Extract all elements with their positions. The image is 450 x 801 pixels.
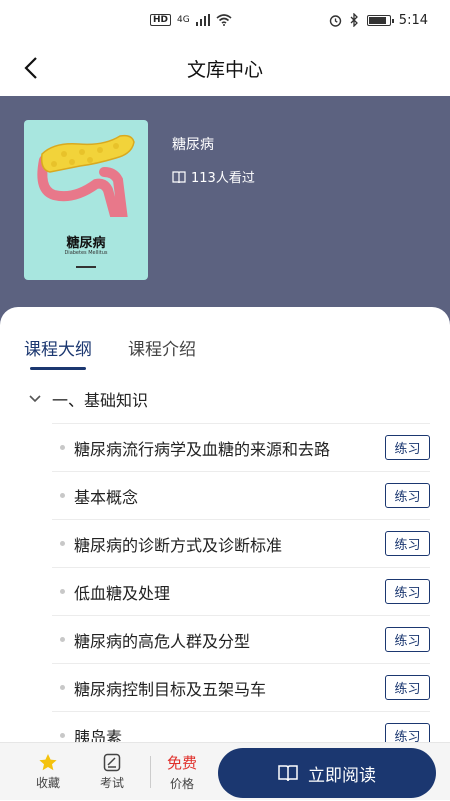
book-cover[interactable]: 糖尿病 Diabetes Mellitus xyxy=(24,120,148,280)
price-info: 免费 价格 xyxy=(157,752,207,792)
bullet-dot xyxy=(60,541,65,546)
bottom-action-bar: 收藏 考试 免费 价格 立即阅读 xyxy=(0,742,450,800)
hd-indicator: HD xyxy=(150,14,172,26)
cover-subtitle: Diabetes Mellitus xyxy=(64,250,108,256)
tab-bar: 课程大纲 课程介绍 xyxy=(24,335,196,370)
exam-button[interactable]: 考试 xyxy=(80,743,144,801)
tab-intro[interactable]: 课程介绍 xyxy=(128,335,196,370)
lesson-title: 低血糖及处理 xyxy=(74,583,171,603)
tab-outline[interactable]: 课程大纲 xyxy=(24,335,92,370)
lesson-title: 糖尿病控制目标及五架马车 xyxy=(74,679,267,699)
exam-icon xyxy=(103,753,121,771)
practice-button[interactable]: 练习 xyxy=(385,531,430,556)
view-count-text: 113人看过 xyxy=(191,171,255,186)
read-now-label: 立即阅读 xyxy=(308,765,376,786)
lesson-title: 糖尿病的诊断方式及诊断标准 xyxy=(74,535,283,555)
favorite-label: 收藏 xyxy=(35,775,60,790)
battery-icon xyxy=(366,14,394,26)
bullet-dot xyxy=(60,589,65,594)
list-item[interactable]: 低血糖及处理 练习 xyxy=(52,567,430,615)
pancreas-illustration xyxy=(37,134,135,217)
alarm-icon xyxy=(329,14,341,27)
lesson-title: 糖尿病的高危人群及分型 xyxy=(74,631,251,651)
cover-title: 糖尿病 xyxy=(66,236,106,251)
list-item[interactable]: 糖尿病流行病学及血糖的来源和去路 练习 xyxy=(52,423,430,471)
bullet-dot xyxy=(60,445,65,450)
exam-label: 考试 xyxy=(99,775,124,790)
practice-button[interactable]: 练习 xyxy=(385,483,430,508)
chevron-left-icon xyxy=(24,57,37,79)
network-type: 4G xyxy=(177,15,190,25)
book-open-icon xyxy=(172,170,186,183)
bluetooth-icon xyxy=(350,13,358,27)
chevron-down-icon xyxy=(29,395,41,403)
list-item[interactable]: 糖尿病控制目标及五架马车 练习 xyxy=(52,663,430,711)
practice-button[interactable]: 练习 xyxy=(385,579,430,604)
bullet-dot xyxy=(60,493,65,498)
list-item[interactable]: 糖尿病的诊断方式及诊断标准 练习 xyxy=(52,519,430,567)
bullet-dot xyxy=(60,733,65,738)
bullet-dot xyxy=(60,637,65,642)
cover-divider xyxy=(76,266,96,268)
status-bar: HD 4G 5:14 xyxy=(0,0,450,40)
view-count: 113人看过 xyxy=(172,167,255,186)
top-nav: 文库中心 xyxy=(0,40,450,96)
book-title: 糖尿病 xyxy=(172,137,214,153)
practice-button[interactable]: 练习 xyxy=(385,435,430,460)
practice-button[interactable]: 练习 xyxy=(385,675,430,700)
status-right: 5:14 xyxy=(329,13,428,28)
favorite-button[interactable]: 收藏 xyxy=(16,743,80,801)
star-icon xyxy=(39,753,57,770)
price-label: 价格 xyxy=(169,776,194,791)
section-header[interactable]: 一、基础知识 xyxy=(28,387,148,411)
book-header: 糖尿病 Diabetes Mellitus 糖尿病 113人看过 xyxy=(0,96,450,336)
list-item[interactable]: 糖尿病的高危人群及分型 练习 xyxy=(52,615,430,663)
lesson-title: 糖尿病流行病学及血糖的来源和去路 xyxy=(74,439,331,459)
back-button[interactable] xyxy=(16,50,46,86)
signal-icon xyxy=(195,14,210,26)
list-item[interactable]: 基本概念 练习 xyxy=(52,471,430,519)
clock: 5:14 xyxy=(398,12,428,28)
lesson-title: 基本概念 xyxy=(74,487,139,507)
lesson-list: 糖尿病流行病学及血糖的来源和去路 练习 基本概念 练习 糖尿病的诊断方式及诊断标准练… xyxy=(52,423,430,759)
status-left: HD 4G xyxy=(150,14,232,26)
book-open-icon xyxy=(278,765,298,782)
page-title: 文库中心 xyxy=(186,58,263,81)
wifi-icon xyxy=(216,14,232,26)
divider xyxy=(150,755,151,788)
section-title: 一、基础知识 xyxy=(52,391,149,410)
price-value: 免费 xyxy=(166,753,197,772)
bullet-dot xyxy=(60,685,65,690)
practice-button[interactable]: 练习 xyxy=(385,627,430,652)
content-panel: 课程大纲 课程介绍 一、基础知识 糖尿病流行病学及血糖的来源和去路 练习 基本概念… xyxy=(0,307,450,748)
read-now-button[interactable]: 立即阅读 xyxy=(218,748,436,798)
